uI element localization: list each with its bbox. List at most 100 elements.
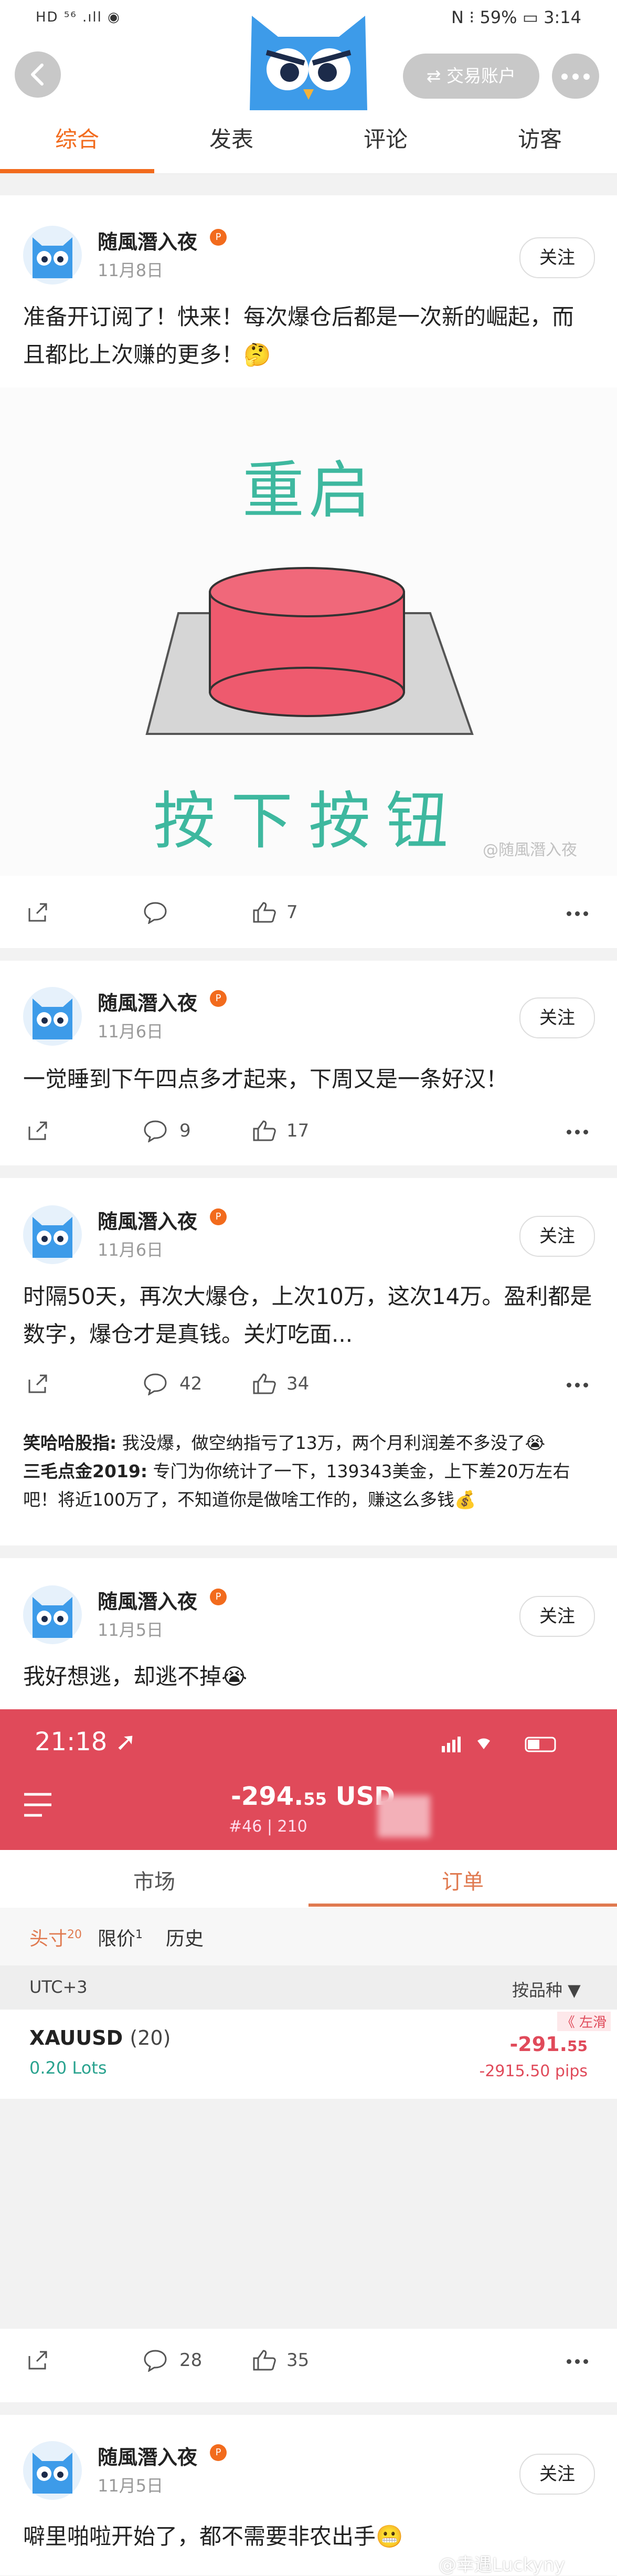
order-pnl: -291.55 bbox=[509, 2033, 588, 2056]
back-button[interactable] bbox=[15, 51, 61, 98]
more-dots-icon bbox=[567, 1130, 571, 1134]
more-dots-icon bbox=[567, 1383, 571, 1387]
thumbs-up-icon bbox=[253, 2350, 276, 2371]
comment-icon bbox=[144, 902, 167, 924]
post-actions: 28 35 bbox=[0, 2339, 617, 2381]
timezone-label: UTC+3 bbox=[29, 1977, 88, 1997]
shot-tab-orders: 订单 bbox=[442, 1870, 484, 1894]
profile-tabs: 综合 发表 评论 访客 bbox=[0, 111, 617, 174]
post-card: 随風潛入夜 P 11月8日 关注 准备开订阅了！快来！每次爆仓后都是一次新的崛起… bbox=[0, 195, 617, 948]
follow-button[interactable]: 关注 bbox=[519, 2454, 595, 2495]
post-date: 11月5日 bbox=[98, 2476, 164, 2496]
bottom-watermark: @幸遇Luckyny bbox=[439, 2554, 565, 2575]
filter-limit: 限价1 bbox=[98, 1928, 143, 1950]
order-lots: 0.20 Lots bbox=[29, 2058, 107, 2078]
shot-filters: 头寸20 限价1 历史 bbox=[0, 1908, 617, 1965]
filter-positions: 头寸20 bbox=[29, 1928, 82, 1950]
user-avatar[interactable] bbox=[23, 226, 82, 285]
comment-count: 9 bbox=[179, 1120, 191, 1141]
user-avatar[interactable] bbox=[23, 2441, 82, 2500]
post-card: 随風潛入夜 P 11月6日 关注 时隔50天，再次大爆仓，上次10万，这次14万… bbox=[0, 1178, 617, 1545]
more-dots-icon bbox=[561, 73, 568, 80]
balance-decimal: 55 bbox=[303, 1789, 327, 1809]
vip-badge-icon: P bbox=[210, 229, 227, 246]
shot-status-icons bbox=[442, 1737, 556, 1752]
post-date: 11月8日 bbox=[98, 260, 164, 280]
tab-comments[interactable]: 评论 bbox=[309, 122, 463, 154]
username[interactable]: 随風潛入夜 bbox=[98, 1205, 197, 1234]
post-text: 时隔50天，再次大爆仓，上次10万，这次14万。盈利都是数字，爆仓才是真钱。关灯… bbox=[23, 1284, 592, 1347]
order-symbol: XAUUSD (20) bbox=[29, 2026, 171, 2049]
share-icon bbox=[28, 1121, 47, 1140]
tab-active-indicator bbox=[0, 169, 154, 173]
tab-visitors[interactable]: 访客 bbox=[463, 122, 617, 154]
post-image[interactable]: 重启 按下按钮 @随風潛入夜 bbox=[0, 387, 617, 876]
vip-badge-icon: P bbox=[210, 1208, 227, 1225]
shot-balance: -294.55 USD bbox=[231, 1782, 395, 1811]
shot-tab-indicator bbox=[309, 1904, 617, 1907]
commenter-name[interactable]: 三毛点金2019: bbox=[23, 1461, 147, 1481]
trade-account-button[interactable]: ⇄ 交易账户 bbox=[403, 54, 539, 99]
user-avatar[interactable] bbox=[23, 1585, 82, 1644]
like-count: 17 bbox=[286, 1120, 310, 1141]
post-card: 随風潛入夜 P 11月6日 关注 一觉睡到下午四点多才起来，下周又是一条好汉！ … bbox=[0, 961, 617, 1165]
username[interactable]: 随風潛入夜 bbox=[98, 2441, 197, 2470]
shot-time: 21:18 ➚ bbox=[35, 1727, 136, 1757]
profile-header: ⇄ 交易账户 bbox=[0, 16, 617, 111]
comment-icon bbox=[144, 1120, 167, 1142]
comment-count: 42 bbox=[179, 1373, 203, 1394]
shot-account-id: #46 | 210 bbox=[229, 1817, 307, 1836]
comment-count: 28 bbox=[179, 2350, 203, 2371]
vip-badge-icon: P bbox=[210, 1589, 227, 1605]
commenter-name[interactable]: 笑哈哈股指: bbox=[23, 1433, 116, 1453]
share-icon bbox=[28, 903, 47, 922]
owl-avatar-large bbox=[250, 16, 367, 110]
more-menu-button[interactable] bbox=[552, 54, 599, 99]
like-count: 35 bbox=[286, 2350, 310, 2371]
thumbs-up-icon bbox=[253, 1373, 276, 1394]
post-text: 准备开订阅了！快来！每次爆仓后都是一次新的崛起，而且都比上次赚的更多！🤔 bbox=[23, 304, 575, 367]
post-text: 一觉睡到下午四点多才起来，下周又是一条好汉！ bbox=[23, 1066, 508, 1092]
comment-icon bbox=[144, 1373, 167, 1395]
user-avatar[interactable] bbox=[23, 1205, 82, 1264]
like-count: 34 bbox=[286, 1373, 310, 1394]
red-button-illustration bbox=[145, 567, 474, 735]
order-pips: -2915.50 pips bbox=[479, 2062, 588, 2080]
follow-button[interactable]: 关注 bbox=[519, 997, 595, 1038]
status-left: HD ⁵⁶ .ıll ◉ bbox=[36, 9, 121, 25]
shot-tabs: 市场 订单 bbox=[0, 1850, 617, 1908]
shot-header: 21:18 ➚ -294.55 USD #46 | 210 bbox=[0, 1709, 617, 1850]
image-title: 重启 bbox=[242, 454, 375, 527]
follow-button[interactable]: 关注 bbox=[519, 1596, 595, 1637]
follow-button[interactable]: 关注 bbox=[519, 237, 595, 278]
filter-history: 历史 bbox=[166, 1928, 204, 1950]
like-count: 7 bbox=[286, 902, 298, 923]
post-actions: 42 34 bbox=[0, 1363, 617, 1405]
post-image-trading-screenshot[interactable]: 21:18 ➚ -294.55 USD #46 | 210 市场 订单 头寸20… bbox=[0, 1709, 617, 2329]
comment-text: 我没爆，做空纳指亏了13万，两个月利润差不多没了😭 bbox=[116, 1433, 546, 1453]
sort-by-label: 按品种 ▼ bbox=[512, 1980, 581, 2000]
post-text: 我好想逃，却逃不掉😭 bbox=[23, 1664, 248, 1689]
thumbs-up-icon bbox=[253, 902, 276, 923]
tab-overview[interactable]: 综合 bbox=[0, 122, 154, 154]
more-dots-icon bbox=[567, 911, 571, 916]
comment-preview[interactable]: 三毛点金2019: 专门为你统计了一下，139343美金，上下差20万左右吧！将… bbox=[23, 1457, 595, 1514]
swipe-left-hint: 《 左滑 bbox=[557, 2012, 611, 2031]
thumbs-up-icon bbox=[253, 1120, 276, 1141]
share-icon bbox=[28, 2351, 47, 2370]
vip-badge-icon: P bbox=[210, 2444, 227, 2461]
follow-button[interactable]: 关注 bbox=[519, 1216, 595, 1257]
hamburger-menu-icon bbox=[24, 1793, 51, 1817]
post-actions: 9 17 bbox=[0, 1110, 617, 1152]
order-row: 《 左滑 XAUUSD (20) 0.20 Lots -291.55 -2915… bbox=[0, 2010, 617, 2099]
image-watermark: @随風潛入夜 bbox=[483, 841, 577, 859]
username[interactable]: 随風潛入夜 bbox=[98, 987, 197, 1016]
tab-posts[interactable]: 发表 bbox=[154, 122, 309, 154]
username[interactable]: 随風潛入夜 bbox=[98, 1585, 197, 1614]
post-actions: 7 bbox=[0, 891, 617, 933]
comment-preview[interactable]: 笑哈哈股指: 我没爆，做空纳指亏了13万，两个月利润差不多没了😭 bbox=[23, 1429, 595, 1457]
user-avatar[interactable] bbox=[23, 987, 82, 1046]
comment-icon bbox=[144, 2350, 167, 2372]
post-date: 11月5日 bbox=[98, 1620, 164, 1640]
username[interactable]: 随風潛入夜 bbox=[98, 226, 197, 255]
